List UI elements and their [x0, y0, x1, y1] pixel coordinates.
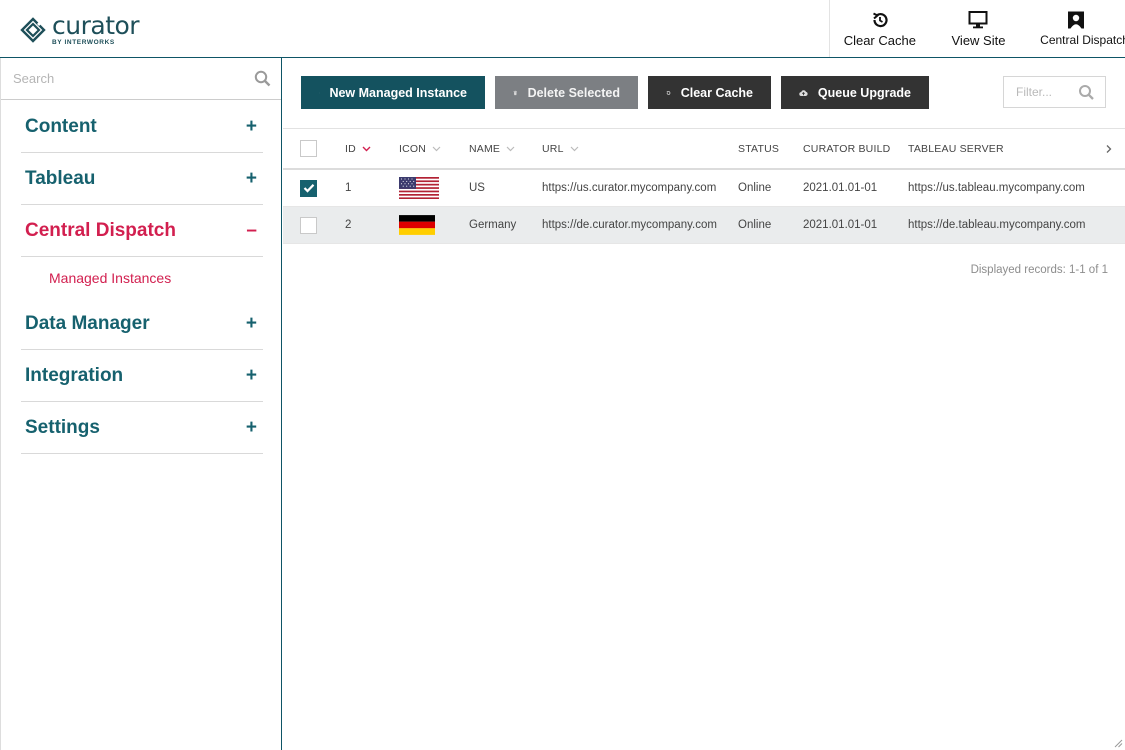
- germany-flag-icon: [399, 215, 435, 235]
- expand-icon: +: [245, 416, 257, 438]
- cell-name: US: [469, 182, 485, 194]
- curator-logo[interactable]: curator BY INTERWORKS: [20, 11, 140, 47]
- header-clear-cache-label: Clear Cache: [843, 32, 916, 48]
- sidebar-item-settings[interactable]: Settings +: [21, 402, 263, 454]
- chevron-down-icon: [506, 146, 515, 151]
- table-row[interactable]: 1 US https://us.curator.mycompany.com On…: [283, 170, 1125, 207]
- queue-upgrade-button[interactable]: Queue Upgrade: [781, 76, 929, 109]
- header-actions: Clear Cache View Site Central Dispatch: [829, 0, 1125, 57]
- clear-cache-button[interactable]: Clear Cache: [648, 76, 771, 109]
- history-icon: [666, 90, 671, 95]
- records-count: Displayed records: 1-1 of 1: [970, 264, 1108, 276]
- cell-id: 2: [345, 219, 352, 231]
- sidebar-item-tableau[interactable]: Tableau +: [21, 153, 263, 205]
- select-all-checkbox[interactable]: [300, 140, 317, 157]
- header-clear-cache-button[interactable]: Clear Cache: [830, 0, 930, 57]
- column-header-status[interactable]: STATUS: [738, 143, 803, 155]
- column-header-tableau-server[interactable]: TABLEAU SERVER: [908, 143, 1108, 155]
- expand-icon: +: [245, 167, 257, 189]
- sidebar: Content + Tableau + Central Dispatch – M…: [0, 58, 282, 750]
- column-header-curator-build[interactable]: CURATOR BUILD: [803, 143, 908, 155]
- new-managed-instance-button[interactable]: New Managed Instance: [301, 76, 485, 109]
- sidebar-nav: Content + Tableau + Central Dispatch – M…: [21, 101, 263, 454]
- sidebar-item-integration[interactable]: Integration +: [21, 350, 263, 402]
- cell-curator-build: 2021.01.01-01: [803, 219, 878, 231]
- expand-icon: +: [245, 364, 257, 386]
- us-flag-icon: [399, 177, 439, 199]
- cell-tableau-server: https://de.tableau.mycompany.com: [908, 219, 1086, 231]
- column-header-icon[interactable]: ICON: [399, 143, 469, 155]
- table-header: ID ICON NAME URL STATUS CURATOR BUILD TA…: [283, 129, 1125, 170]
- chevron-down-icon: [432, 146, 441, 151]
- cell-url: https://us.curator.mycompany.com: [542, 182, 717, 194]
- sidebar-item-content[interactable]: Content +: [21, 101, 263, 153]
- table-row[interactable]: 2 Germany https://de.curator.mycompany.c…: [283, 207, 1125, 244]
- brand-name: curator: [52, 11, 140, 41]
- header-central-dispatch-button[interactable]: Central Dispatch: [1027, 0, 1125, 57]
- filter-box: [1003, 76, 1106, 108]
- chevron-down-icon: [570, 146, 579, 151]
- sidebar-item-data-manager[interactable]: Data Manager +: [21, 298, 263, 350]
- sort-descending-icon: [362, 146, 371, 151]
- column-header-url[interactable]: URL: [542, 143, 738, 155]
- header-view-site-label: View Site: [951, 32, 1006, 48]
- checkmark-icon: [303, 184, 314, 193]
- cell-status: Online: [738, 219, 772, 231]
- cell-id: 1: [345, 182, 352, 194]
- cloud-upload-icon: [799, 89, 808, 96]
- brand-tagline: BY INTERWORKS: [52, 39, 115, 47]
- sidebar-item-central-dispatch[interactable]: Central Dispatch –: [21, 205, 263, 257]
- toolbar: New Managed Instance Delete Selected Cle…: [301, 76, 939, 109]
- search-icon[interactable]: [254, 70, 271, 87]
- header-central-dispatch-label: Central Dispatch: [1040, 33, 1125, 47]
- history-icon: [872, 12, 888, 27]
- column-header-id[interactable]: ID: [345, 143, 399, 155]
- cell-curator-build: 2021.01.01-01: [803, 182, 878, 194]
- cell-status: Online: [738, 182, 772, 194]
- managed-instances-table: ID ICON NAME URL STATUS CURATOR BUILD TA…: [283, 128, 1125, 244]
- cell-name: Germany: [469, 219, 517, 231]
- main-content: New Managed Instance Delete Selected Cle…: [283, 58, 1125, 750]
- collapse-icon: –: [246, 219, 257, 241]
- expand-icon: +: [245, 312, 257, 334]
- cell-tableau-server: https://us.tableau.mycompany.com: [908, 182, 1085, 194]
- trash-icon: [513, 90, 518, 95]
- row-checkbox[interactable]: [300, 179, 317, 197]
- sidebar-search: [1, 58, 281, 100]
- header-view-site-button[interactable]: View Site: [930, 0, 1028, 57]
- resize-grip-icon[interactable]: [1113, 738, 1123, 748]
- app-header: curator BY INTERWORKS Clear Cache View S…: [0, 0, 1125, 58]
- column-header-name[interactable]: NAME: [469, 143, 542, 155]
- curator-logo-icon: [20, 17, 46, 43]
- sidebar-subitem-managed-instances[interactable]: Managed Instances: [21, 257, 263, 298]
- cell-url: https://de.curator.mycompany.com: [542, 219, 717, 231]
- filter-input[interactable]: [1004, 77, 1074, 107]
- sidebar-search-input[interactable]: [1, 58, 281, 99]
- delete-selected-button[interactable]: Delete Selected: [495, 76, 638, 109]
- monitor-icon: [968, 10, 988, 28]
- expand-icon: +: [245, 115, 257, 137]
- row-checkbox[interactable]: [300, 216, 317, 234]
- search-icon[interactable]: [1078, 84, 1095, 101]
- chevron-right-icon[interactable]: [1105, 143, 1113, 155]
- user-icon: [1068, 11, 1085, 29]
